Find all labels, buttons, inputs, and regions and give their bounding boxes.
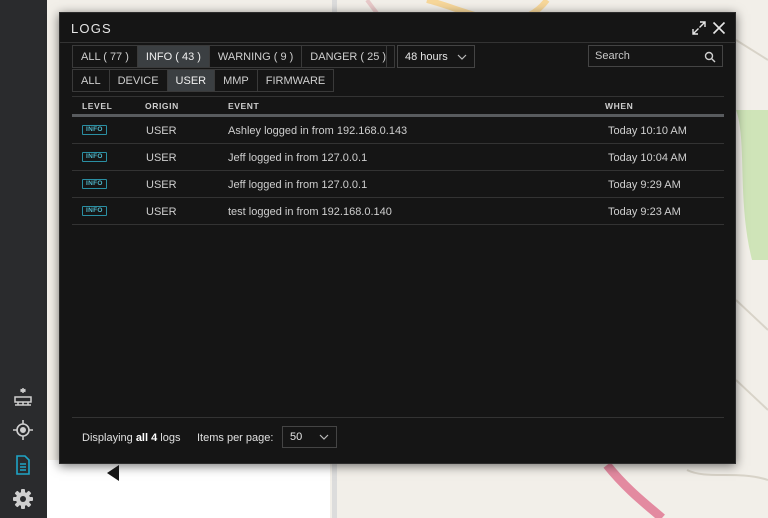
log-origin: USER: [146, 152, 177, 164]
column-header-level[interactable]: LEVEL: [82, 101, 112, 111]
chevron-down-icon: [457, 51, 467, 63]
table-row[interactable]: INFO USER Ashley logged in from 192.168.…: [72, 117, 724, 144]
log-table-body: INFO USER Ashley logged in from 192.168.…: [72, 117, 724, 225]
search-box: [588, 45, 723, 67]
close-icon[interactable]: [711, 20, 727, 36]
log-origin: USER: [146, 206, 177, 218]
tab-origin-firmware[interactable]: FIRMWARE: [258, 70, 333, 91]
tab-level-danger[interactable]: DANGER ( 25 ): [302, 46, 394, 67]
chevron-down-icon: [319, 431, 329, 443]
time-range-select[interactable]: 48 hours: [397, 45, 475, 68]
expand-icon[interactable]: [691, 20, 707, 36]
log-when: Today 9:23 AM: [608, 206, 681, 218]
search-input[interactable]: [589, 46, 701, 66]
display-count-value: all 4: [135, 432, 158, 444]
log-event: Jeff logged in from 127.0.0.1: [228, 152, 368, 164]
log-origin: USER: [146, 179, 177, 191]
tab-origin-user[interactable]: USER: [167, 70, 216, 91]
tab-origin-mmp[interactable]: MMP: [215, 70, 258, 91]
network-topology-icon[interactable]: [11, 385, 35, 409]
toolbar-divider: [386, 45, 387, 68]
logs-dialog: LOGS ALL ( 77 ) INFO ( 43 ) WARNING ( 9 …: [59, 12, 736, 481]
table-row[interactable]: INFO USER Jeff logged in from 127.0.0.1 …: [72, 144, 724, 171]
time-range-value: 48 hours: [405, 50, 448, 63]
tab-level-warning[interactable]: WARNING ( 9 ): [210, 46, 303, 67]
info-badge: INFO: [82, 152, 107, 162]
log-event: Jeff logged in from 127.0.0.1: [228, 179, 368, 191]
info-badge: INFO: [82, 125, 107, 135]
display-count-suffix: logs: [160, 432, 181, 444]
column-header-when[interactable]: WHEN: [605, 101, 633, 111]
tab-level-info[interactable]: INFO ( 43 ): [137, 46, 210, 67]
info-badge: INFO: [82, 206, 107, 216]
log-when: Today 9:29 AM: [608, 179, 681, 191]
items-per-page-select[interactable]: 50: [282, 426, 337, 448]
info-badge: INFO: [82, 179, 107, 189]
map-locate-icon[interactable]: [11, 418, 35, 442]
items-per-page-value: 50: [290, 431, 303, 443]
column-header-event[interactable]: EVENT: [228, 101, 259, 111]
display-count-prefix: Displaying: [82, 432, 133, 444]
table-row[interactable]: INFO USER test logged in from 192.168.0.…: [72, 198, 724, 225]
log-event: test logged in from 192.168.0.140: [228, 206, 392, 218]
items-per-page-label: Items per page:: [197, 432, 274, 444]
table-row[interactable]: INFO USER Jeff logged in from 127.0.0.1 …: [72, 171, 724, 198]
origin-filter-tabs: ALL DEVICE USER MMP FIRMWARE: [72, 69, 335, 92]
log-when: Today 10:10 AM: [608, 125, 687, 137]
document-logs-icon[interactable]: [11, 453, 35, 477]
log-event: Ashley logged in from 192.168.0.143: [228, 125, 408, 137]
dialog-pointer: [107, 465, 119, 481]
log-when: Today 10:04 AM: [608, 152, 687, 164]
sidebar: [0, 0, 47, 518]
log-origin: USER: [146, 125, 177, 137]
display-count-text: Displaying all 4 logs: [82, 432, 180, 444]
gear-icon[interactable]: [11, 487, 35, 511]
dialog-header: LOGS: [60, 13, 735, 43]
column-header-origin[interactable]: ORIGIN: [145, 101, 179, 111]
table-header: LEVEL ORIGIN EVENT WHEN: [72, 96, 724, 117]
tab-origin-all[interactable]: ALL: [73, 70, 110, 91]
search-icon[interactable]: [704, 50, 716, 63]
dialog-title: LOGS: [71, 21, 112, 36]
level-filter-tabs: ALL ( 77 ) INFO ( 43 ) WARNING ( 9 ) DAN…: [72, 45, 396, 68]
tab-level-all[interactable]: ALL ( 77 ): [73, 46, 138, 67]
tab-origin-device[interactable]: DEVICE: [110, 70, 168, 91]
dialog-footer: Displaying all 4 logs Items per page: 50: [72, 417, 724, 461]
